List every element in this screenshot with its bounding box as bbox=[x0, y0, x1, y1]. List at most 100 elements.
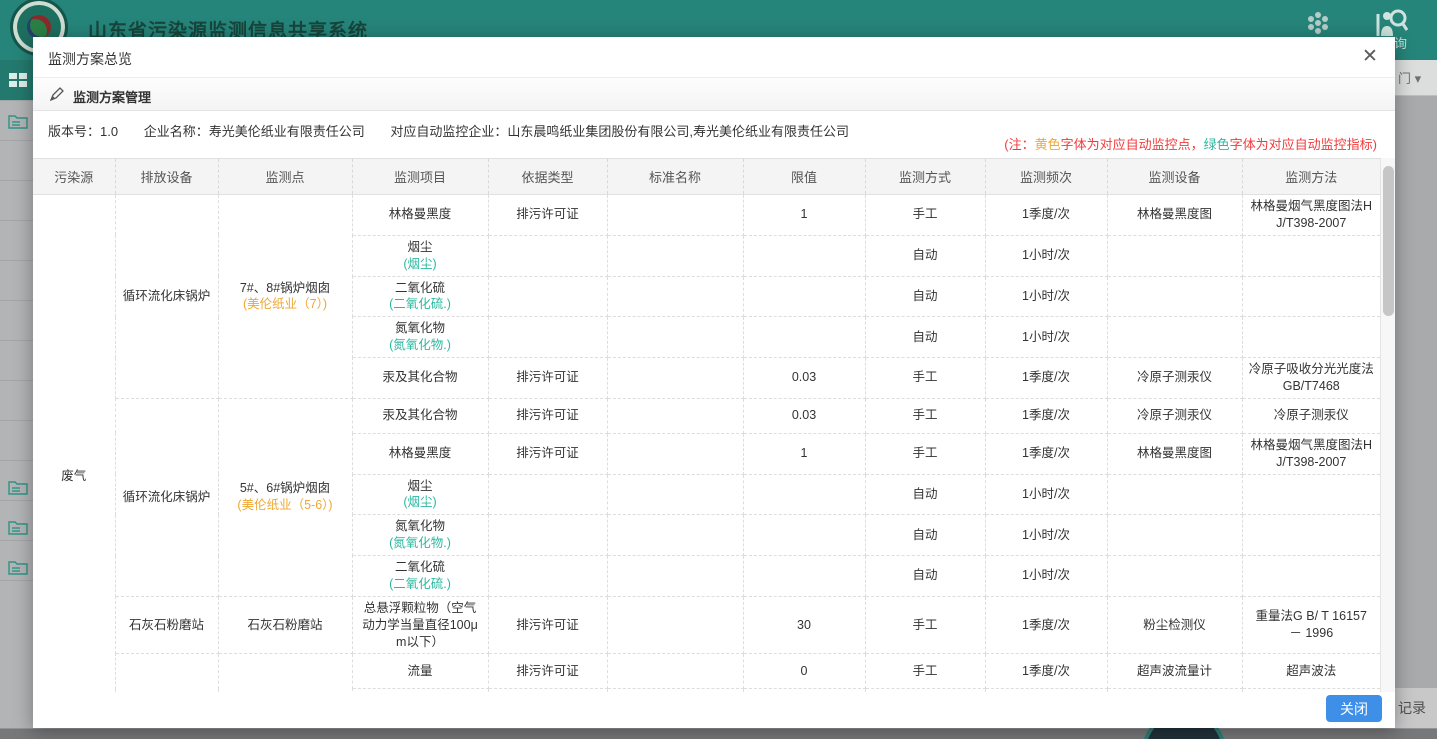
version-label: 版本号： bbox=[48, 124, 100, 139]
cell-standard-name bbox=[607, 398, 743, 433]
cell-equipment bbox=[1107, 556, 1242, 597]
folder-icon[interactable] bbox=[8, 478, 28, 496]
note-suffix: 字体为对应自动监控指标) bbox=[1230, 137, 1377, 152]
cell-monitoring-point: 5#、6#锅炉烟囱(美伦纸业（5-6）) bbox=[218, 398, 352, 596]
cell-mode: 手工 bbox=[865, 358, 985, 399]
folder-icon[interactable] bbox=[8, 518, 28, 536]
item-name: 林格曼黑度 bbox=[359, 206, 482, 223]
cell-item: 氮氧化物(氮氧化物.) bbox=[352, 317, 488, 358]
records-text: 记录 bbox=[1398, 698, 1426, 718]
cell-item: 汞及其化合物 bbox=[352, 398, 488, 433]
cell-item: 氮氧化物(氮氧化物.) bbox=[352, 515, 488, 556]
cell-method bbox=[1242, 515, 1380, 556]
cell-item: 二氧化硫(二氧化硫.) bbox=[352, 556, 488, 597]
close-icon[interactable]: ✕ bbox=[1359, 46, 1381, 68]
cell-standard-name bbox=[607, 358, 743, 399]
folder-icon[interactable] bbox=[8, 112, 28, 130]
cell-item: 烟尘(烟尘) bbox=[352, 474, 488, 515]
cell-item: 林格曼黑度 bbox=[352, 433, 488, 474]
column-header: 污染源 bbox=[33, 159, 115, 195]
auto-company-value: 山东晨鸣纸业集团股份有限公司,寿光美伦纸业有限责任公司 bbox=[507, 124, 849, 139]
cell-frequency: 1季度/次 bbox=[985, 433, 1107, 474]
cell-device: 循环流化床锅炉 bbox=[115, 398, 218, 596]
column-header: 监测频次 bbox=[985, 159, 1107, 195]
apps-grid-icon[interactable] bbox=[1303, 8, 1333, 38]
cell-basis bbox=[488, 515, 607, 556]
column-header: 监测设备 bbox=[1107, 159, 1242, 195]
cell-standard-name bbox=[607, 654, 743, 689]
cell-frequency: 1小时/次 bbox=[985, 515, 1107, 556]
cell-frequency: 1小时/次 bbox=[985, 276, 1107, 317]
cell-basis bbox=[488, 276, 607, 317]
item-name: 烟尘 bbox=[359, 478, 482, 495]
note-yellow-word: 黄色 bbox=[1035, 137, 1061, 152]
item-name: 流量 bbox=[359, 663, 482, 680]
cell-mode: 手工 bbox=[865, 195, 985, 236]
modal-title: 监测方案总览 bbox=[48, 49, 132, 69]
cell-method bbox=[1242, 474, 1380, 515]
cell-standard-name bbox=[607, 515, 743, 556]
cell-mode: 自动 bbox=[865, 276, 985, 317]
folder-icon[interactable] bbox=[8, 558, 28, 576]
monitoring-plan-modal: 监测方案总览 ✕ 监测方案管理 版本号：1.0 企业名称：寿光美伦纸业有限责任公… bbox=[33, 37, 1395, 728]
cell-method: 超声波法 bbox=[1242, 654, 1380, 689]
cell-standard-name bbox=[607, 195, 743, 236]
cell-basis bbox=[488, 556, 607, 597]
item-auto-note: (二氧化硫.) bbox=[359, 296, 482, 313]
cell-basis bbox=[488, 474, 607, 515]
cell-mode: 手工 bbox=[865, 398, 985, 433]
screen: 山东省污染源监测信息共享系统 查询 bbox=[0, 0, 1437, 739]
point-name: 5#、6#锅炉烟囱 bbox=[225, 480, 346, 497]
background-dropdown[interactable]: 门 ▾ bbox=[1395, 60, 1437, 96]
version-value: 1.0 bbox=[100, 124, 118, 139]
cell-monitoring-point: 7#、8#锅炉烟囱(美伦纸业（7）) bbox=[218, 195, 352, 399]
point-auto-note: (美伦纸业（7）) bbox=[225, 296, 346, 313]
cell-frequency: 1小时/次 bbox=[985, 474, 1107, 515]
cell-item: 汞及其化合物 bbox=[352, 358, 488, 399]
item-auto-note: (氮氧化物.) bbox=[359, 535, 482, 552]
scrollbar-thumb[interactable] bbox=[1383, 166, 1394, 316]
table-row: 循环流化床锅炉5#、6#锅炉烟囱(美伦纸业（5-6）)汞及其化合物排污许可证0.… bbox=[33, 398, 1380, 433]
background-content bbox=[1395, 96, 1437, 688]
cell-frequency: 1季度/次 bbox=[985, 358, 1107, 399]
cell-equipment bbox=[1107, 474, 1242, 515]
cell-limit: 0.03 bbox=[743, 398, 865, 433]
cell-mode: 自动 bbox=[865, 474, 985, 515]
cell-item: 二氧化硫(二氧化硫.) bbox=[352, 276, 488, 317]
item-name: 汞及其化合物 bbox=[359, 407, 482, 424]
cell-method: 冷原子测汞仪 bbox=[1242, 398, 1380, 433]
cell-equipment: 林格曼黑度图 bbox=[1107, 195, 1242, 236]
table-row: 流量排污许可证0手工1季度/次超声波流量计超声波法 bbox=[33, 654, 1380, 689]
cell-limit: 0 bbox=[743, 654, 865, 689]
cell-device: 循环流化床锅炉 bbox=[115, 195, 218, 399]
cell-frequency: 1季度/次 bbox=[985, 654, 1107, 689]
note-mid: 字体为对应自动监控点， bbox=[1061, 137, 1204, 152]
section-title: 监测方案管理 bbox=[73, 87, 151, 106]
cell-frequency: 1季度/次 bbox=[985, 596, 1107, 654]
sidebar-header bbox=[0, 60, 33, 100]
table-scrollbar[interactable] bbox=[1380, 158, 1395, 692]
cell-method: 冷原子吸收分光光度法GB/T7468 bbox=[1242, 358, 1380, 399]
cell-standard-name bbox=[607, 433, 743, 474]
cell-limit: 0.03 bbox=[743, 358, 865, 399]
monitoring-table: 污染源排放设备监测点监测项目依据类型标准名称限值监测方式监测频次监测设备监测方法… bbox=[33, 158, 1380, 692]
cell-equipment: 林格曼黑度图 bbox=[1107, 433, 1242, 474]
column-header: 依据类型 bbox=[488, 159, 607, 195]
cell-standard-name bbox=[607, 556, 743, 597]
cell-equipment: 超声波流量计 bbox=[1107, 654, 1242, 689]
cell-basis: 排污许可证 bbox=[488, 596, 607, 654]
menu-grid-icon[interactable] bbox=[8, 71, 28, 89]
item-name: 二氧化硫 bbox=[359, 559, 482, 576]
cell-frequency: 1季度/次 bbox=[985, 398, 1107, 433]
cell-limit bbox=[743, 276, 865, 317]
item-name: 林格曼黑度 bbox=[359, 445, 482, 462]
column-header: 标准名称 bbox=[607, 159, 743, 195]
logo-emblem bbox=[27, 15, 51, 39]
cell-basis bbox=[488, 235, 607, 276]
cell-limit bbox=[743, 474, 865, 515]
cell-basis: 排污许可证 bbox=[488, 195, 607, 236]
close-button[interactable]: 关闭 bbox=[1326, 695, 1382, 722]
cell-limit bbox=[743, 515, 865, 556]
cell-method bbox=[1242, 276, 1380, 317]
cell-item: 烟尘(烟尘) bbox=[352, 235, 488, 276]
